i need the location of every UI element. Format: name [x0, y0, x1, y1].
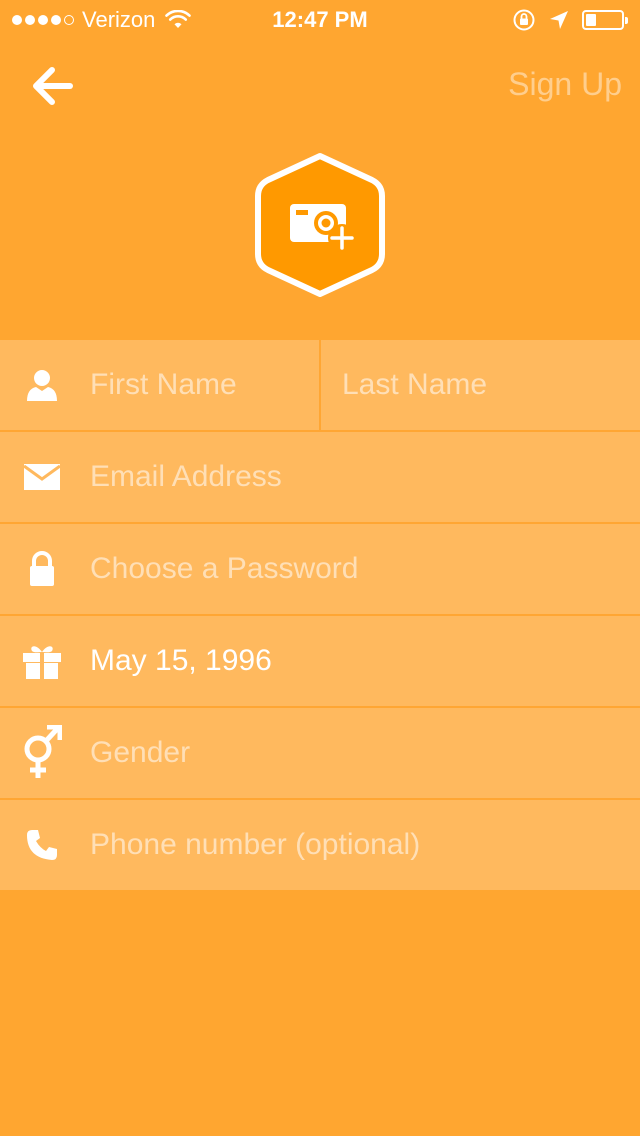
back-button[interactable] [28, 62, 76, 110]
birthday-row[interactable]: May 15, 1996 [0, 616, 640, 708]
phone-input[interactable]: Phone number (optional) [90, 828, 420, 862]
add-photo-button[interactable] [248, 150, 392, 300]
battery-level [586, 14, 596, 26]
battery-icon [582, 10, 628, 30]
gift-icon [22, 639, 62, 683]
orientation-lock-icon [513, 9, 535, 31]
phone-icon [22, 823, 62, 867]
last-name-input[interactable]: Last Name [342, 368, 487, 402]
lock-icon [22, 547, 62, 591]
status-bar: Verizon 12:47 PM [0, 0, 640, 40]
status-right [512, 8, 628, 32]
email-input[interactable]: Email Address [90, 460, 282, 494]
birthday-input[interactable]: May 15, 1996 [90, 644, 272, 678]
name-divider [319, 340, 321, 430]
signup-button[interactable]: Sign Up [508, 64, 622, 104]
location-arrow-icon [550, 11, 568, 29]
gender-input[interactable]: Gender [90, 736, 190, 770]
arrow-left-icon [33, 67, 73, 105]
first-name-input[interactable]: First Name [90, 368, 237, 402]
password-row[interactable]: Choose a Password [0, 524, 640, 616]
gender-icon [22, 725, 62, 778]
password-input[interactable]: Choose a Password [90, 552, 358, 586]
camera-add-icon [290, 204, 356, 252]
phone-row[interactable]: Phone number (optional) [0, 800, 640, 890]
signup-form: First Name Last Name Email Address Choos… [0, 340, 640, 890]
email-row[interactable]: Email Address [0, 432, 640, 524]
person-icon [22, 363, 62, 407]
gender-row[interactable]: Gender [0, 708, 640, 800]
name-row: First Name Last Name [0, 340, 640, 432]
envelope-icon [22, 455, 62, 499]
